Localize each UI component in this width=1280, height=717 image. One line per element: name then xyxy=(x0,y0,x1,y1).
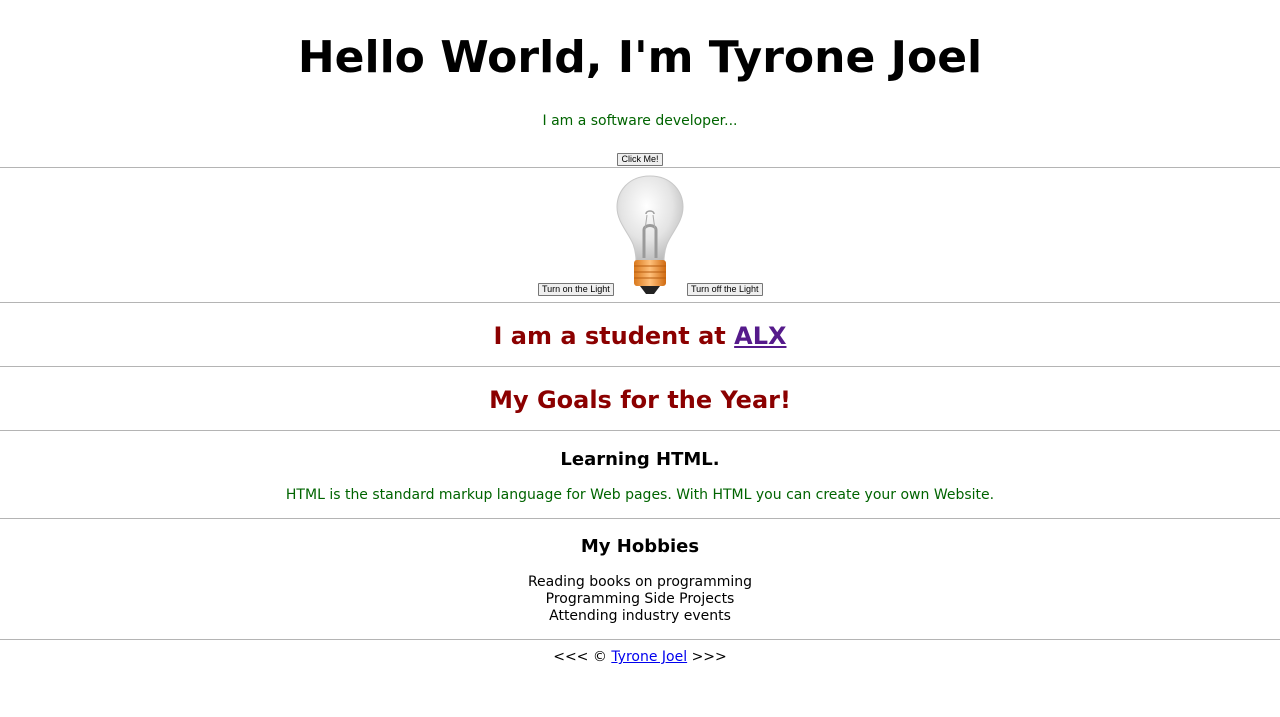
footer-author-link[interactable]: Tyrone Joel xyxy=(611,649,687,665)
hobbies-heading: My Hobbies xyxy=(580,536,700,557)
divider xyxy=(0,366,1280,367)
click-me-button[interactable]: Click Me! xyxy=(617,153,663,166)
list-item: Attending industry events xyxy=(549,608,731,624)
list-item: Reading books on programming xyxy=(527,574,753,590)
page-title: Hello World, I'm Tyrone Joel xyxy=(297,32,983,83)
divider xyxy=(0,639,1280,640)
learning-text: HTML is the standard markup language for… xyxy=(285,487,995,503)
subtitle: I am a software developer... xyxy=(542,113,738,129)
divider xyxy=(0,302,1280,303)
bulb-section: Turn on the Light Turn off the Light xyxy=(0,168,1280,302)
footer: <<< © Tyrone Joel >>> xyxy=(0,648,1280,666)
footer-prefix: <<< © xyxy=(553,649,612,665)
list-item: Programming Side Projects xyxy=(545,591,735,607)
lightbulb-image xyxy=(616,175,684,294)
click-me-row: Click Me! xyxy=(0,147,1280,166)
goals-heading: My Goals for the Year! xyxy=(489,386,791,414)
divider xyxy=(0,518,1280,519)
turn-off-light-button[interactable]: Turn off the Light xyxy=(687,283,763,296)
divider xyxy=(0,430,1280,431)
student-heading: I am a student at ALX xyxy=(0,321,1280,351)
learning-heading: Learning HTML. xyxy=(560,449,720,470)
hobbies-list: Reading books on programming Programming… xyxy=(0,574,1280,625)
footer-suffix: >>> xyxy=(687,649,727,665)
student-text: I am a student at xyxy=(493,322,735,350)
page-header: Hello World, I'm Tyrone Joel xyxy=(0,32,1280,84)
turn-on-light-button[interactable]: Turn on the Light xyxy=(538,283,614,296)
alx-link[interactable]: ALX xyxy=(734,322,786,350)
